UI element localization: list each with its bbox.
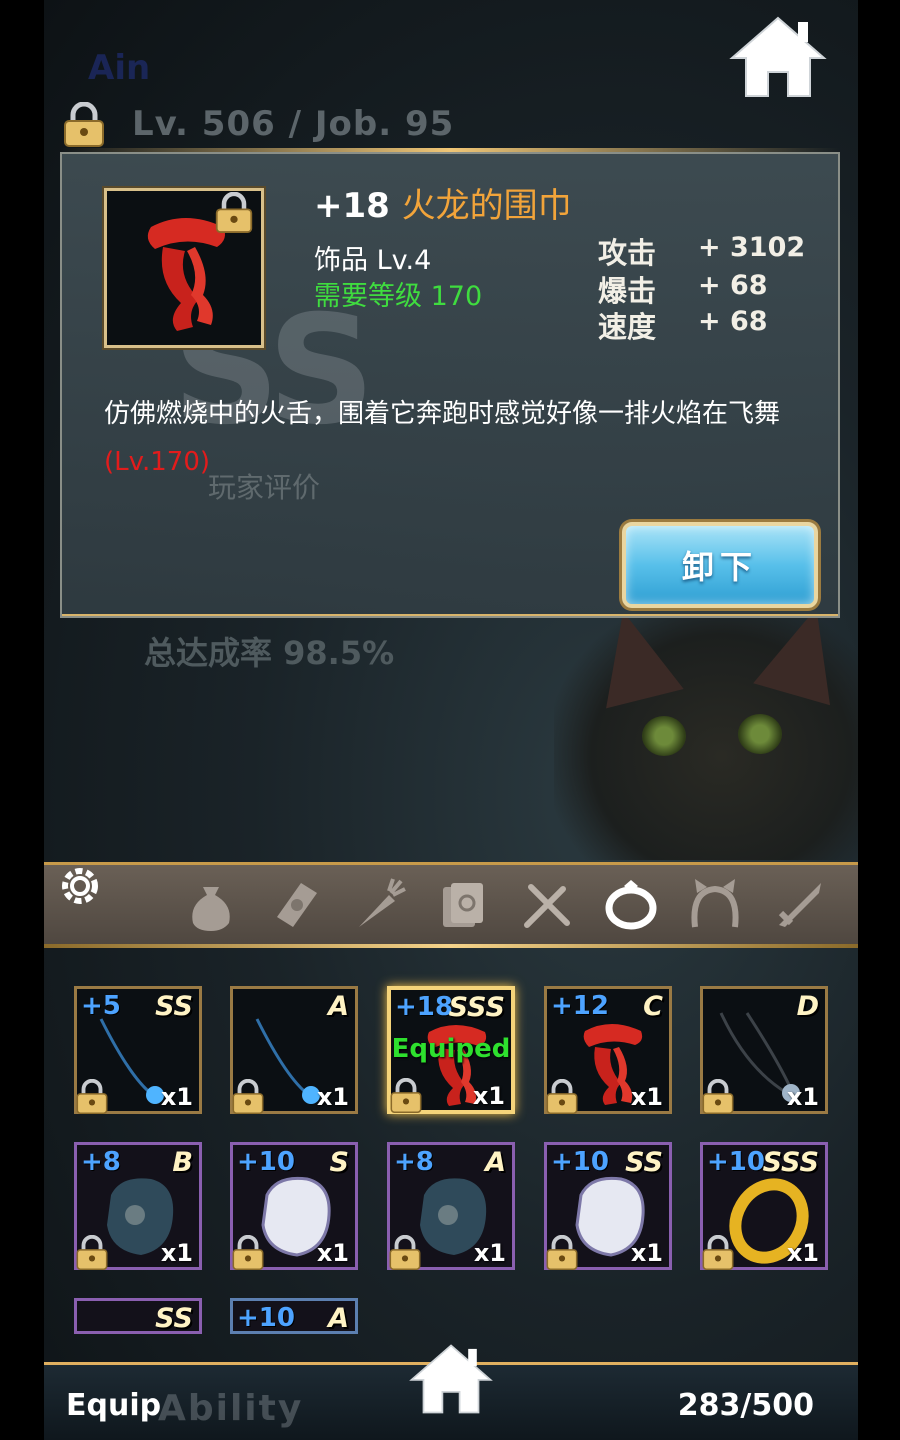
enhance-level: +10 [237,1147,295,1177]
stat-value: + 3102 [698,232,806,263]
bag-icon[interactable] [182,876,240,934]
enhance-level: +8 [81,1147,121,1177]
inventory-item-slot[interactable]: +10 SS x1 [544,1142,672,1270]
inventory-item-slot[interactable]: +8 Ax1 [387,1142,515,1270]
tab-equip[interactable]: Equip [66,1388,161,1423]
stat-label: 爆击 [598,274,657,308]
rank-badge: D [796,991,819,1022]
lock-icon[interactable] [389,1078,423,1114]
quantity: x1 [473,1239,506,1267]
item-enhance-level: +18 [314,186,390,226]
inventory-item-slot[interactable]: +5 SS x1 [74,986,202,1114]
inventory-item-slot[interactable]: +10 Sx1 [230,1142,358,1270]
rank-badge: C [643,991,663,1022]
carrot-icon[interactable] [350,876,408,934]
required-level-label: 需要等级 [314,281,422,312]
quantity: x1 [786,1083,819,1111]
inventory-item-slot[interactable]: +12 Cx1 [544,986,672,1114]
equipped-label: Equiped [391,1034,511,1064]
enhance-level: +10 [707,1147,765,1177]
lock-icon[interactable] [214,192,254,234]
scroll-icon[interactable] [266,876,324,934]
quantity: x1 [316,1083,349,1111]
sword-icon[interactable] [770,876,828,934]
item-title: +18 火龙的围巾 [314,178,572,227]
lock-icon[interactable] [545,1079,579,1115]
rank-badge: A [328,991,349,1022]
item-type-level: Lv.4 [376,245,432,276]
item-type-label: 饰品 [314,245,368,276]
ring-icon[interactable] [602,876,660,934]
quantity: x1 [160,1239,193,1267]
utensils-icon[interactable] [518,876,576,934]
inventory-item-slot[interactable]: +10 SSS x1 [700,1142,828,1270]
rank-badge: SSS [762,1147,819,1178]
quantity: x1 [786,1239,819,1267]
level-job-text: Lv. 506 / Job. 95 [132,104,455,144]
stat-value: + 68 [698,270,768,301]
quantity: x1 [630,1239,663,1267]
stat-label: 速度 [598,310,657,344]
lock-icon[interactable] [62,102,106,148]
rank-badge: SS [155,1303,193,1334]
lock-icon[interactable] [75,1235,109,1271]
rank-badge: SS [625,1147,663,1178]
gear-icon[interactable] [54,860,106,912]
home-icon[interactable] [408,1340,494,1418]
quantity: x1 [316,1239,349,1267]
inventory-item-slot[interactable]: SS [74,1298,202,1334]
inventory-item-slot[interactable]: +10 A [230,1298,358,1334]
lock-icon[interactable] [231,1079,265,1115]
lock-icon[interactable] [545,1235,579,1271]
quantity: x1 [472,1082,505,1110]
required-level: 需要等级 170 [314,274,482,313]
item-description: 仿佛燃烧中的火舌，围着它奔跑时感觉好像一排火焰在飞舞 (Lv.170) [104,390,824,486]
rank-badge: S [329,1147,349,1178]
item-detail-panel: SS +18 火龙的围巾 饰品 Lv.4 需要等级 170 攻击 + 3102 … [60,152,840,618]
required-level-value: 170 [430,281,483,312]
stat-label: 攻击 [598,236,657,270]
rank-badge: A [485,1147,506,1178]
inventory-item-slot[interactable]: Ax1 [230,986,358,1114]
lock-icon[interactable] [701,1079,735,1115]
game-screen: Ain Lv. 506 / Job. 95 总达成率 98.5% SS +18 … [44,0,858,1440]
quantity: x1 [160,1083,193,1111]
item-description-level: (Lv.170) [104,447,211,477]
item-description-text: 仿佛燃烧中的火舌，围着它奔跑时感觉好像一排火焰在飞舞 [104,399,781,429]
unequip-button[interactable]: 卸下 [622,522,818,608]
inventory-count: 283/500 [677,1388,814,1423]
stat-attack: 攻击 + 3102 [598,230,805,272]
inventory-item-slot[interactable]: +18 SSS Equiped x1 [387,986,515,1114]
lock-icon[interactable] [388,1235,422,1271]
stat-value: + 68 [698,306,768,337]
enhance-level: +10 [237,1303,295,1333]
player-name: Ain [88,48,151,88]
lock-icon[interactable] [231,1235,265,1271]
headband-icon[interactable] [686,876,744,934]
lock-icon[interactable] [75,1079,109,1115]
enhance-level: +10 [551,1147,609,1177]
item-type: 饰品 Lv.4 [314,238,431,277]
quantity: x1 [630,1083,663,1111]
rank-badge: SS [155,991,193,1022]
enhance-level: +18 [395,992,453,1022]
achievement-rate: 总达成率 98.5% [144,634,395,672]
book-icon[interactable] [434,876,492,934]
home-icon[interactable] [728,14,828,100]
enhance-level: +5 [81,991,121,1021]
enhance-level: +8 [394,1147,434,1177]
inventory-item-slot[interactable]: +8 Bx1 [74,1142,202,1270]
inventory-item-slot[interactable]: Dx1 [700,986,828,1114]
rank-badge: A [328,1303,349,1334]
rank-badge: SSS [448,992,505,1023]
stat-speed: 速度 + 68 [598,304,768,346]
enhance-level: +12 [551,991,609,1021]
tab-ability[interactable]: Ability [158,1388,303,1429]
cat-character-image [554,596,858,860]
item-name: 火龙的围巾 [401,186,572,226]
rank-badge: B [172,1147,193,1178]
lock-icon[interactable] [701,1235,735,1271]
category-bar-divider [44,944,858,948]
